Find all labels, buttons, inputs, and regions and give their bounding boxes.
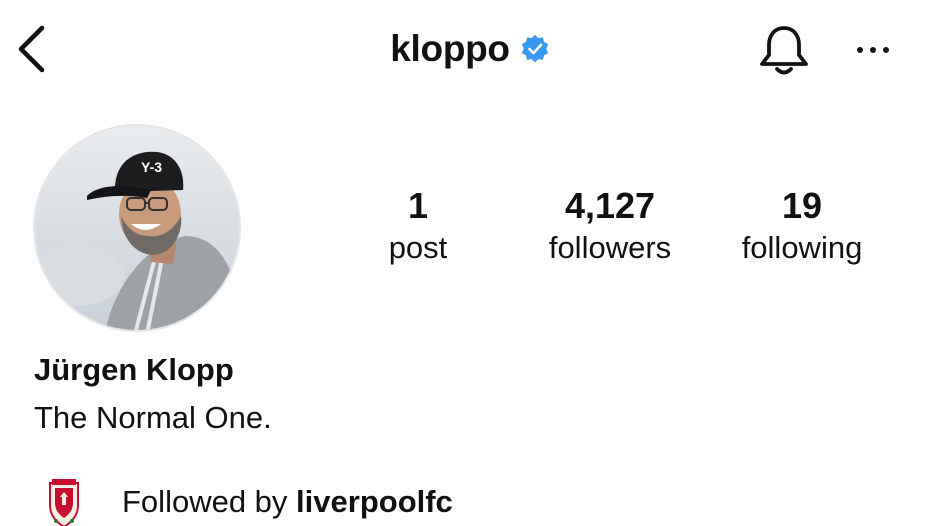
profile-avatar[interactable]: Y-3 — [33, 124, 241, 332]
following-stat[interactable]: 19 following — [722, 186, 882, 268]
profile-bio: The Normal One. — [34, 400, 272, 435]
followed-by-text: Followed by liverpoolfc — [122, 484, 453, 520]
notifications-button[interactable] — [756, 24, 812, 78]
followed-by-prefix: Followed by — [122, 484, 288, 519]
followed-by-account[interactable]: liverpoolfc — [296, 484, 453, 519]
more-horizontal-icon — [857, 47, 889, 53]
posts-count: 1 — [407, 185, 429, 226]
followed-by-row[interactable]: Followed by liverpoolfc — [46, 472, 453, 526]
liverpool-crest-icon — [49, 479, 79, 526]
followers-stat[interactable]: 4,127 followers — [530, 186, 690, 268]
username-title: kloppo — [390, 28, 510, 69]
following-label: following — [741, 230, 863, 265]
posts-label: post — [388, 230, 448, 265]
posts-stat[interactable]: 1 post — [368, 186, 468, 268]
followers-count: 4,127 — [564, 185, 656, 226]
svg-text:Y-3: Y-3 — [141, 159, 162, 175]
more-options-button[interactable] — [848, 30, 898, 70]
profile-full-name: Jürgen Klopp — [34, 352, 234, 387]
verified-badge-icon — [521, 34, 548, 63]
avatar-photo: Y-3 — [35, 126, 239, 330]
followers-label: followers — [548, 230, 672, 265]
profile-page: kloppo Y-3 1 post 4,127 followers 19 fol… — [0, 0, 940, 526]
bell-icon — [760, 26, 808, 75]
following-count: 19 — [781, 185, 823, 226]
